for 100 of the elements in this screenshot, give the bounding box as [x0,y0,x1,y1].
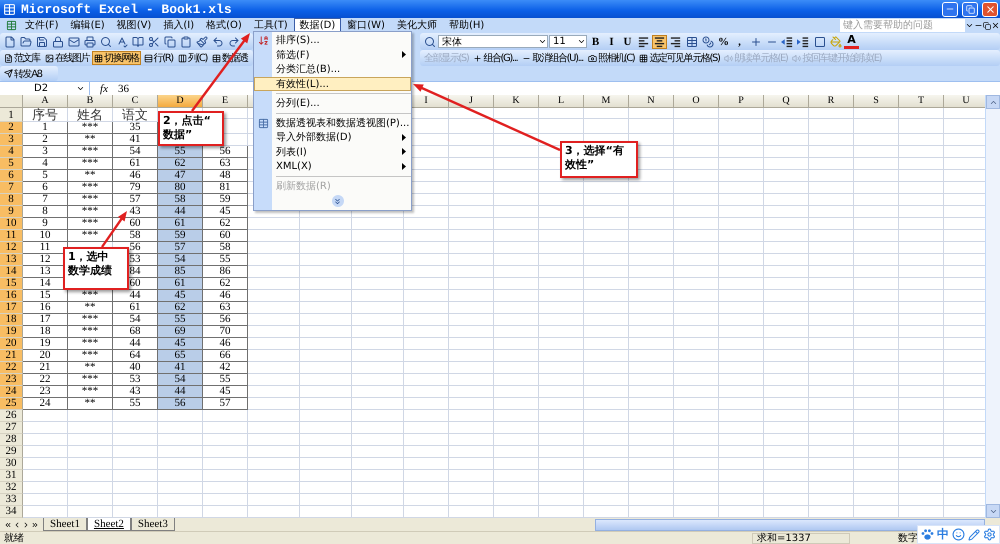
font-size-field[interactable]: 11 [549,35,587,48]
input-mode-button[interactable]: 中 [937,526,949,543]
column-header[interactable]: U [944,95,985,108]
next-sheet-icon[interactable] [22,520,30,528]
sheet-tab[interactable]: Sheet3 [130,518,175,531]
row-header[interactable]: 28 [0,434,23,446]
menu-item[interactable]: 分类汇总(B)... [254,62,411,76]
format-button[interactable]: U [620,34,635,48]
mail-icon[interactable] [66,34,81,48]
column-header[interactable]: K [494,95,539,108]
row-header[interactable]: 24 [0,386,23,398]
row-header[interactable]: 14 [0,266,23,278]
row-header[interactable]: 12 [0,242,23,254]
row-header[interactable]: 32 [0,482,23,494]
row-header[interactable]: 3 [0,134,23,146]
row-header[interactable]: 19 [0,326,23,338]
row-header[interactable]: 18 [0,314,23,326]
row-header[interactable]: 22 [0,362,23,374]
increase-indent-icon[interactable] [796,34,811,48]
format-button[interactable]: , [732,34,747,48]
minimize-button[interactable] [942,2,958,16]
print-preview-icon[interactable] [98,34,113,48]
column-header[interactable]: Q [764,95,809,108]
align-center-icon[interactable] [652,34,667,48]
menu-item[interactable]: 导入外部数据(D) [254,130,411,144]
align-left-icon[interactable] [636,34,651,48]
row-header[interactable]: 1 [0,108,23,122]
last-sheet-icon[interactable] [31,520,39,528]
toolbar-button[interactable]: 取消组合(U)... [520,51,585,65]
function-symbol[interactable]: fx [90,82,118,94]
column-header[interactable]: T [899,95,944,108]
toolbar-button[interactable]: 照相机(C) [586,51,636,65]
row-header[interactable]: 27 [0,422,23,434]
first-sheet-icon[interactable] [4,520,12,528]
previous-sheet-icon[interactable] [13,520,21,528]
row-header[interactable]: 26 [0,410,23,422]
column-header[interactable]: A [23,95,68,108]
column-header[interactable]: R [809,95,854,108]
toolbar-button[interactable]: 行(R) [142,51,175,65]
column-header[interactable]: D [158,95,203,108]
coins-icon[interactable] [700,34,715,48]
menu-item[interactable]: 列表(I) [254,144,411,159]
decrease-indent-icon[interactable] [780,34,795,48]
row-header[interactable]: 30 [0,458,23,470]
close-button[interactable] [982,2,998,16]
menu-item[interactable]: 筛选(F) [254,48,411,62]
menu-item[interactable]: 格式(O) [200,18,248,33]
restore-button[interactable] [962,2,978,16]
menu-item[interactable]: 帮助(H) [442,18,490,33]
row-header[interactable]: 29 [0,446,23,458]
toolbar-button[interactable]: 列(C) [176,51,209,65]
save-icon[interactable] [34,34,49,48]
row-header[interactable]: 6 [0,170,23,182]
menu-item[interactable]: 排序(S)... [254,33,411,48]
toolbar-button[interactable]: 范文库 [2,51,42,65]
scroll-down-button[interactable] [986,504,1000,518]
row-header[interactable]: 9 [0,206,23,218]
paintbrush-icon[interactable] [194,34,209,48]
pencil-icon[interactable] [968,528,980,540]
paw-icon[interactable] [921,528,934,541]
cut-icon[interactable] [146,34,161,48]
menu-item[interactable]: 编辑(E) [64,18,111,33]
smiley-icon[interactable] [952,528,965,541]
column-header[interactable]: J [449,95,494,108]
menu-item[interactable]: 工具(T) [248,18,294,33]
row-header[interactable]: 16 [0,290,23,302]
row-header[interactable]: 4 [0,146,23,158]
scroll-up-button[interactable] [986,95,1000,109]
menu-item[interactable]: 视图(V) [110,18,158,33]
row-header[interactable]: 21 [0,350,23,362]
column-header[interactable]: O [674,95,719,108]
row-header[interactable]: 8 [0,194,23,206]
restore-icon[interactable] [983,22,991,30]
row-header[interactable]: 13 [0,254,23,266]
menu-item[interactable]: 窗口(W) [341,18,391,33]
column-header[interactable]: M [584,95,629,108]
row-header[interactable]: 33 [0,494,23,506]
menu-item[interactable]: 插入(I) [157,18,200,33]
help-icon[interactable] [422,34,437,48]
menu-item[interactable]: 美化大师 [390,18,443,33]
toolbar-button[interactable]: 在线图片 [42,51,92,65]
row-header[interactable]: 23 [0,374,23,386]
row-header[interactable]: 5 [0,158,23,170]
column-header[interactable]: C [113,95,158,108]
row-header[interactable]: 20 [0,338,23,350]
sheet-tab[interactable]: Sheet1 [43,518,87,531]
merge-cells-icon[interactable] [684,34,699,48]
printer-icon[interactable] [82,34,97,48]
row-header[interactable]: 17 [0,302,23,314]
row-header[interactable]: 34 [0,506,23,518]
format-button[interactable]: % [716,34,731,48]
row-header[interactable]: 15 [0,278,23,290]
menu-item[interactable]: 数据透视表和数据透视图(P)... [254,116,411,130]
sheet-tab[interactable]: Sheet2 [86,518,131,531]
toolbar-button[interactable]: 切换网格 [92,51,141,65]
menu-item[interactable]: XML(X) [254,159,411,174]
row-header[interactable]: 11 [0,230,23,242]
menu-item[interactable]: 文件(F) [19,18,65,33]
close-icon[interactable] [991,21,1000,30]
row-header[interactable]: 31 [0,470,23,482]
